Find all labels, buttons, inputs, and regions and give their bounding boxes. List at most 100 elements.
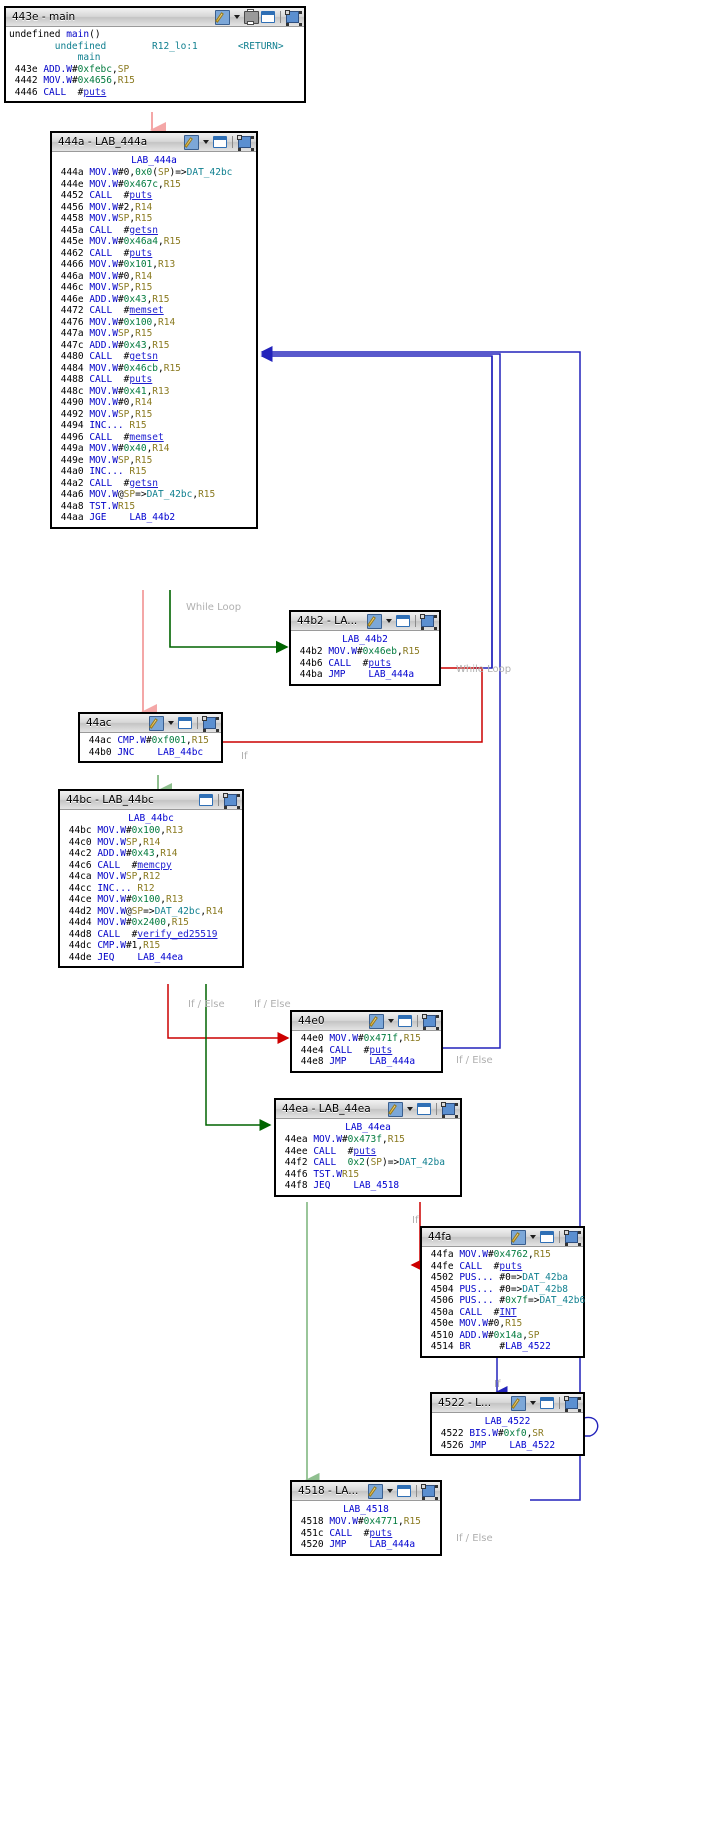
chevron-down-icon[interactable] — [530, 1235, 536, 1239]
disassembly-line[interactable]: 4494 INC... R15 — [55, 420, 253, 432]
edit-pencil-icon[interactable] — [215, 9, 230, 25]
instruction-address[interactable]: 444e — [55, 179, 89, 190]
instruction-address[interactable]: 44e0 — [295, 1033, 329, 1044]
code-token[interactable]: LAB_444a — [369, 1056, 415, 1067]
disassembly-line[interactable]: 4506 PUS... #0x7f=>DAT_42b6 — [425, 1295, 586, 1307]
disassembly-line[interactable]: 4488 CALL #puts — [55, 374, 253, 386]
instruction-address[interactable]: 44c0 — [63, 837, 97, 848]
disassembly-line[interactable]: 44a6 MOV.W@SP=>DAT_42bc,R15 — [55, 489, 253, 501]
instruction-address[interactable]: 44ac — [83, 735, 117, 746]
code-token[interactable]: puts — [369, 1045, 392, 1056]
instruction-address[interactable]: 4490 — [55, 397, 89, 408]
instruction-address[interactable]: 4496 — [55, 432, 89, 443]
disassembly-line[interactable]: 4480 CALL #getsn — [55, 351, 253, 363]
disassembly-line[interactable]: 4518 MOV.W#0x4771,R15 — [295, 1516, 437, 1528]
code-token[interactable]: LAB_4522 — [505, 1341, 551, 1352]
instruction-address[interactable]: 446e — [55, 294, 89, 305]
code-token[interactable]: LAB_4522 — [509, 1440, 555, 1451]
instruction-address[interactable]: 4452 — [55, 190, 89, 201]
disassembly-line[interactable]: 4442 MOV.W#0x4656,R15 — [9, 75, 301, 87]
window-icon[interactable] — [417, 1103, 431, 1115]
select-region-icon[interactable] — [421, 1484, 435, 1497]
block-44fa[interactable]: 44fa 44fa MOV.W#0x4762,R15 44fe CALL #pu… — [420, 1226, 585, 1358]
block-44ac[interactable]: 44ac 44ac CMP.W#0xf001,R15 44b0 JNC LAB_… — [78, 712, 223, 763]
code-token[interactable]: LAB_444a — [369, 1539, 415, 1550]
block-44ea[interactable]: 44ea - LAB_44ea LAB_44ea 44ea MOV.W#0x473… — [274, 1098, 462, 1197]
block-code-body[interactable]: 44e0 MOV.W#0x471f,R15 44e4 CALL #puts 44… — [292, 1031, 441, 1071]
instruction-address[interactable]: 4476 — [55, 317, 89, 328]
disassembly-line[interactable]: 4472 CALL #memset — [55, 305, 253, 317]
disassembly-line[interactable]: 44d2 MOV.W@SP=>DAT_42bc,R14 — [63, 906, 239, 918]
instruction-address[interactable]: 44de — [63, 952, 97, 963]
instruction-address[interactable]: 44aa — [55, 512, 89, 523]
disassembly-line[interactable]: 44ba JMP LAB_444a — [294, 669, 436, 681]
disassembly-line[interactable]: 444e MOV.W#0x467c,R15 — [55, 179, 253, 191]
disassembly-line[interactable]: 4492 MOV.WSP,R15 — [55, 409, 253, 421]
disassembly-line[interactable]: 44b6 CALL #puts — [294, 658, 436, 670]
disassembly-line[interactable]: 4522 BIS.W#0xf0,SR — [435, 1428, 580, 1440]
disassembly-line[interactable]: 44e8 JMP LAB_444a — [295, 1056, 438, 1068]
instruction-address[interactable]: 4522 — [435, 1428, 469, 1439]
instruction-address[interactable]: 44b6 — [294, 658, 328, 669]
block-444a[interactable]: 444a - LAB_444a LAB_444a 444a MOV.W#0,0x0… — [50, 131, 258, 529]
instruction-address[interactable]: 449e — [55, 455, 89, 466]
instruction-address[interactable]: 44a8 — [55, 501, 89, 512]
instruction-address[interactable]: 4526 — [435, 1440, 469, 1451]
select-region-icon[interactable] — [422, 1014, 436, 1027]
disassembly-line[interactable]: 44f6 TST.WR15 — [279, 1169, 457, 1181]
window-icon[interactable] — [397, 1485, 411, 1497]
block-4518[interactable]: 4518 - LA... LAB_4518 4518 MOV.W#0x4771,R… — [290, 1480, 442, 1556]
edit-pencil-icon[interactable] — [368, 1483, 383, 1499]
printer-icon[interactable] — [244, 8, 259, 25]
disassembly-line[interactable]: 44fe CALL #puts — [425, 1261, 580, 1273]
instruction-address[interactable]: 44fe — [425, 1261, 459, 1272]
chevron-down-icon[interactable] — [168, 721, 174, 725]
instruction-address[interactable]: 44f6 — [279, 1169, 313, 1180]
select-region-icon[interactable] — [223, 793, 237, 806]
disassembly-line[interactable]: 44ca MOV.WSP,R12 — [63, 871, 239, 883]
block-title-bar[interactable]: 44ac — [80, 714, 221, 733]
disassembly-line[interactable]: 449a MOV.W#0x40,R14 — [55, 443, 253, 455]
code-token[interactable]: verify_ed25519 — [137, 929, 217, 940]
disassembly-line[interactable]: 44b0 JNC LAB_44bc — [83, 747, 218, 759]
instruction-address[interactable]: 444a — [55, 167, 89, 178]
code-token[interactable]: LAB_44ea — [137, 952, 183, 963]
code-label[interactable]: LAB_4522 — [435, 1415, 580, 1428]
disassembly-line[interactable]: 4458 MOV.WSP,R15 — [55, 213, 253, 225]
edit-pencil-icon[interactable] — [369, 1013, 384, 1029]
disassembly-line[interactable]: 447a MOV.WSP,R15 — [55, 328, 253, 340]
block-title-bar[interactable]: 44ea - LAB_44ea — [276, 1100, 460, 1119]
select-region-icon[interactable] — [420, 614, 434, 627]
instruction-address[interactable]: 4466 — [55, 259, 89, 270]
block-title-bar[interactable]: 44b2 - LA... — [291, 612, 439, 631]
disassembly-line[interactable]: 443e ADD.W#0xfebc,SP — [9, 64, 301, 76]
disassembly-line[interactable]: 44d8 CALL #verify_ed25519 — [63, 929, 239, 941]
block-code-body[interactable]: LAB_44bc 44bc MOV.W#0x100,R13 44c0 MOV.W… — [60, 810, 242, 966]
instruction-address[interactable]: 44d4 — [63, 917, 97, 928]
instruction-address[interactable]: 44f2 — [279, 1157, 313, 1168]
disassembly-line[interactable]: 44a0 INC... R15 — [55, 466, 253, 478]
code-token[interactable]: puts — [353, 1146, 376, 1157]
instruction-address[interactable]: 446c — [55, 282, 89, 293]
instruction-address[interactable]: 44a0 — [55, 466, 89, 477]
instruction-address[interactable]: 4506 — [425, 1295, 459, 1306]
edit-pencil-icon[interactable] — [388, 1101, 403, 1117]
instruction-address[interactable]: 44a2 — [55, 478, 89, 489]
disassembly-line[interactable]: 4504 PUS... #0=>DAT_42b8 — [425, 1284, 580, 1296]
instruction-address[interactable]: 448c — [55, 386, 89, 397]
instruction-address[interactable]: 447a — [55, 328, 89, 339]
code-token[interactable]: memset — [129, 432, 163, 443]
disassembly-line[interactable]: 44e4 CALL #puts — [295, 1045, 438, 1057]
window-icon[interactable] — [213, 136, 227, 148]
instruction-address[interactable]: 447c — [55, 340, 89, 351]
chevron-down-icon[interactable] — [387, 1489, 393, 1493]
select-region-icon[interactable] — [202, 716, 216, 729]
window-icon[interactable] — [398, 1015, 412, 1027]
disassembly-line[interactable]: 44dc CMP.W#1,R15 — [63, 940, 239, 952]
disassembly-line[interactable]: 444a MOV.W#0,0x0(SP)=>DAT_42bc — [55, 167, 253, 179]
disassembly-line[interactable]: 449e MOV.WSP,R15 — [55, 455, 253, 467]
instruction-address[interactable]: 44c6 — [63, 860, 97, 871]
instruction-address[interactable]: 44ca — [63, 871, 97, 882]
instruction-address[interactable]: 4484 — [55, 363, 89, 374]
instruction-address[interactable]: 4488 — [55, 374, 89, 385]
